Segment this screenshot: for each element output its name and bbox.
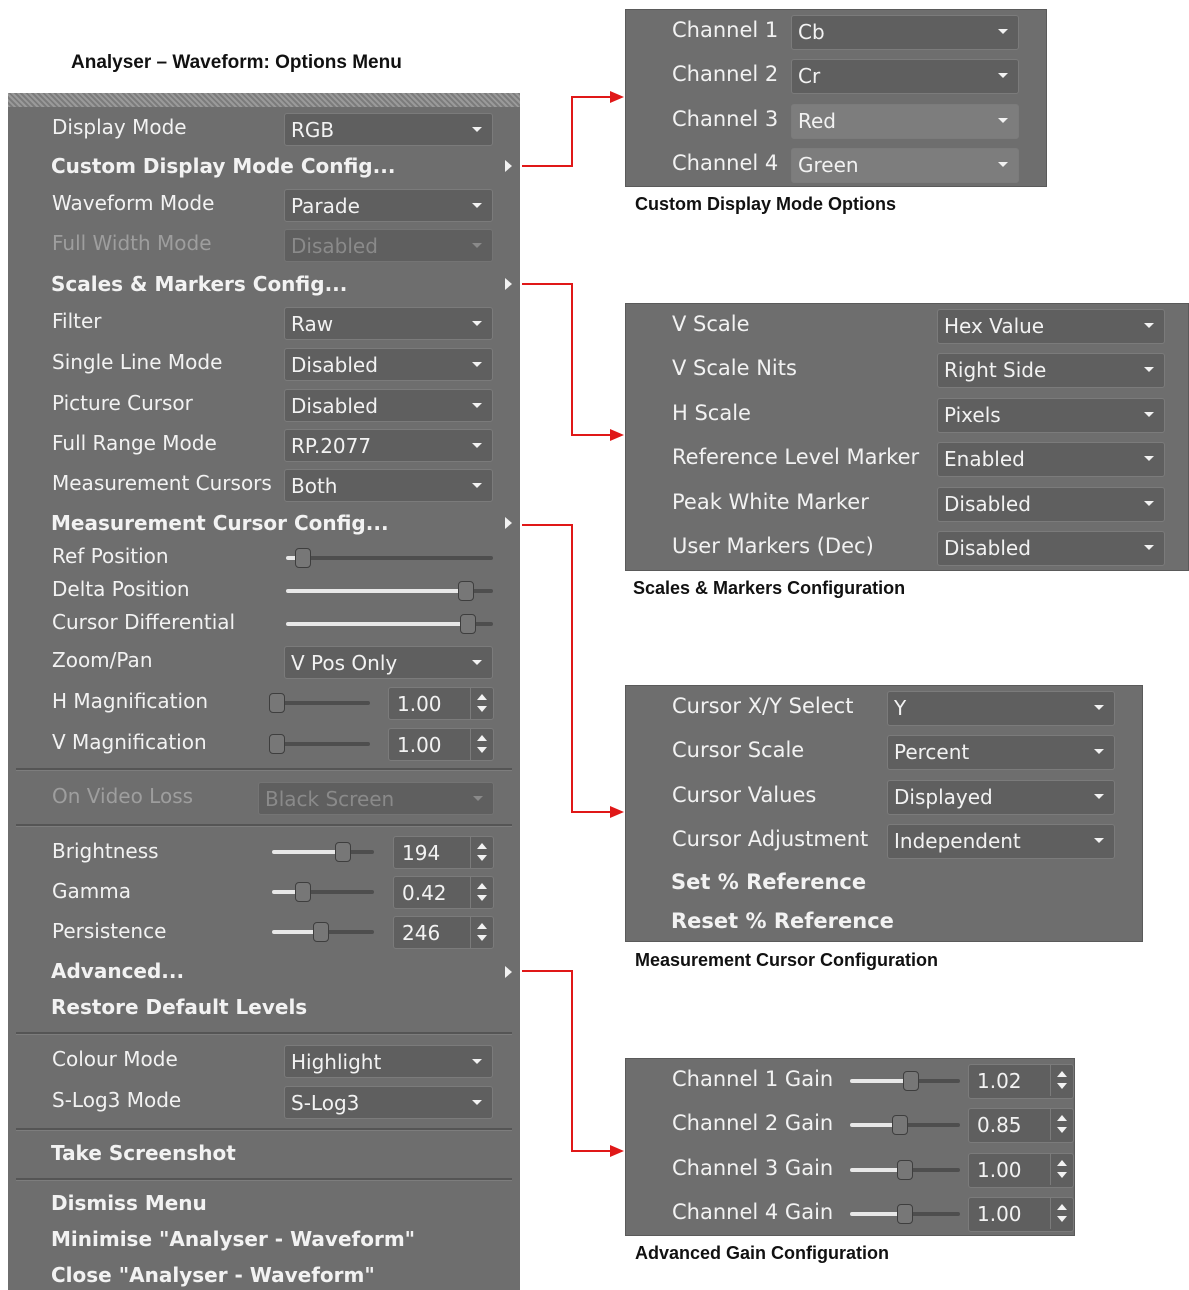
- connector-arrows: [522, 91, 624, 1157]
- arrowhead-icon: [610, 429, 624, 441]
- connector-custom-display: [522, 96, 612, 167]
- connector-scales-markers: [522, 283, 612, 436]
- arrowhead-icon: [610, 91, 624, 103]
- arrowhead-icon: [610, 1145, 624, 1157]
- connector-measurement-cursor: [522, 524, 612, 813]
- arrowhead-icon: [610, 806, 624, 818]
- connector-advanced: [522, 970, 612, 1152]
